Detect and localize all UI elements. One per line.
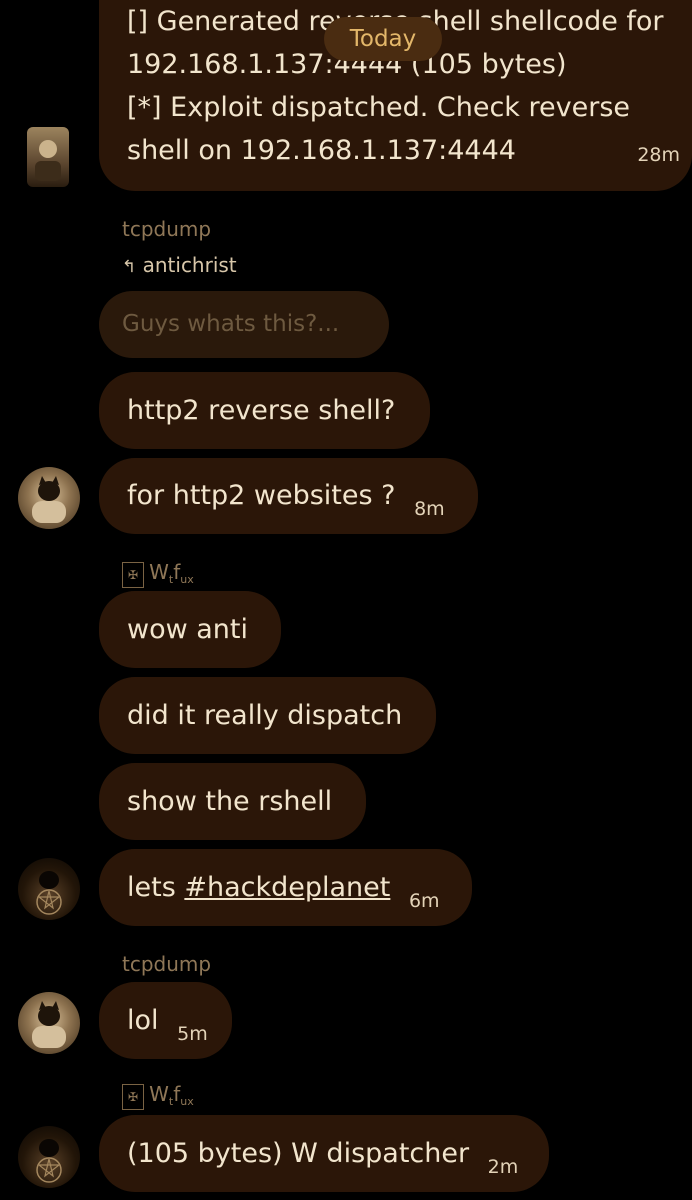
- message-bubble[interactable]: lol 5m: [99, 982, 232, 1059]
- message-text: did it really dispatch: [127, 700, 403, 731]
- sender-name[interactable]: tcpdump: [122, 952, 211, 976]
- avatar[interactable]: [18, 1126, 80, 1188]
- reply-to-name: antichrist: [142, 253, 237, 277]
- message-bubble[interactable]: show the rshell: [99, 763, 366, 840]
- message-bubble[interactable]: did it really dispatch: [99, 677, 436, 754]
- day-divider: Today: [324, 17, 442, 61]
- quoted-text: Guys whats this?...: [122, 311, 340, 337]
- message-bubble[interactable]: for http2 websites ? 8m: [99, 458, 478, 534]
- message-text: lets #hackdeplanet: [127, 872, 391, 903]
- message-time: 5m: [177, 1023, 208, 1045]
- message-text: http2 reverse shell?: [127, 395, 396, 426]
- message-text: wow anti: [127, 614, 249, 645]
- avatar-image: [36, 871, 62, 915]
- message-bubble[interactable]: http2 reverse shell?: [99, 372, 430, 449]
- message-bubble[interactable]: lets #hackdeplanet 6m: [99, 849, 472, 926]
- avatar-image: [35, 140, 61, 181]
- reply-arrow-icon: ↰: [122, 257, 137, 277]
- message-line-4: shell on 192.168.1.137:4444: [127, 135, 516, 166]
- avatar[interactable]: [18, 858, 80, 920]
- message-time: 28m: [637, 144, 680, 166]
- reply-indicator[interactable]: ↰ antichrist: [122, 253, 237, 277]
- avatar[interactable]: [27, 127, 69, 187]
- avatar[interactable]: [18, 992, 80, 1054]
- quoted-message[interactable]: Guys whats this?...: [99, 291, 389, 358]
- avatar-image: [36, 1139, 62, 1183]
- message-bubble[interactable]: (105 bytes) W dispatcher 2m: [99, 1115, 549, 1192]
- avatar-image: [32, 1001, 66, 1048]
- sender-name[interactable]: tcpdump: [122, 217, 211, 241]
- sender-badge-icon: ✠: [122, 1083, 144, 1110]
- sender-badge-icon: ✠: [122, 561, 144, 588]
- hashtag-link[interactable]: #hackdeplanet: [184, 872, 390, 903]
- message-bubble[interactable]: wow anti: [99, 591, 281, 668]
- sender-name[interactable]: ✠ Wtfux: [122, 1082, 194, 1110]
- message-text: lol: [127, 1005, 159, 1036]
- message-time: 8m: [414, 498, 445, 520]
- avatar[interactable]: [18, 467, 80, 529]
- message-line-3: [*] Exploit dispatched. Check reverse: [127, 92, 630, 123]
- message-text: for http2 websites ?: [127, 480, 396, 511]
- message-text: (105 bytes) W dispatcher: [127, 1138, 470, 1169]
- sender-name[interactable]: ✠ Wtfux: [122, 560, 194, 588]
- message-time: 6m: [408, 890, 440, 912]
- message-time: 2m: [487, 1156, 519, 1178]
- avatar-image: [32, 476, 66, 523]
- message-text: show the rshell: [127, 786, 333, 817]
